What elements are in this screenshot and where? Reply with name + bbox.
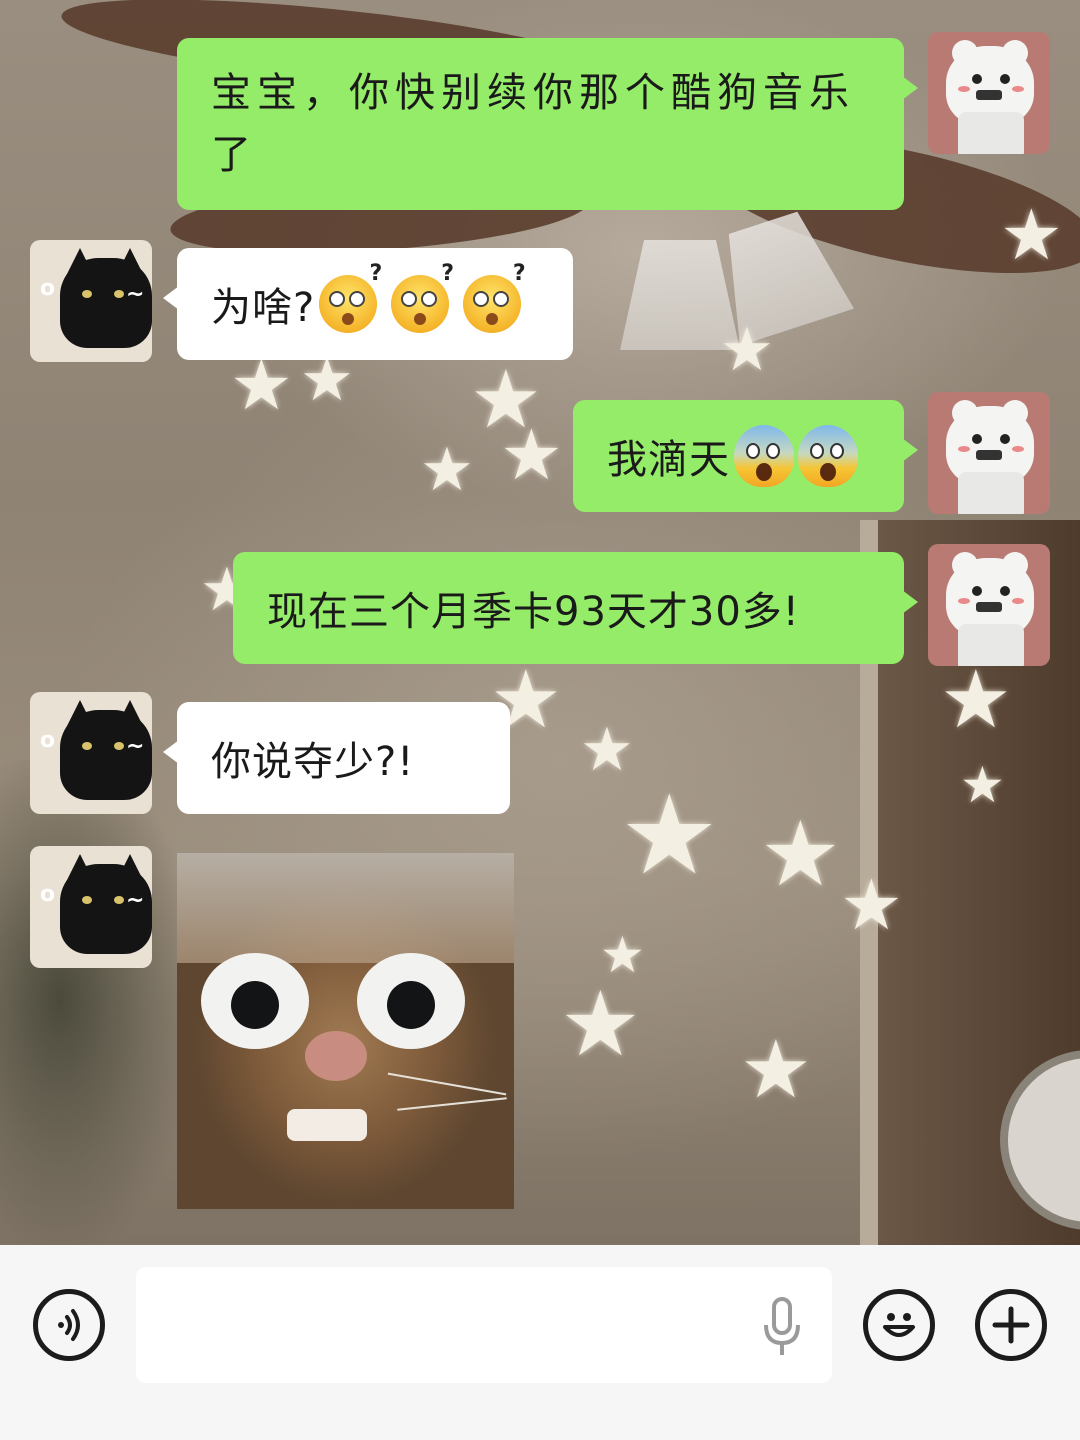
plus-icon[interactable]: [975, 1289, 1047, 1361]
star-decoration: ★: [230, 344, 293, 426]
contact-avatar[interactable]: o ~: [30, 846, 152, 968]
my-avatar[interactable]: [928, 392, 1050, 514]
message-text-line: 宝宝，你快别续你那个酷狗音乐: [211, 70, 855, 116]
message-text: 我滴天: [607, 437, 730, 483]
message-bubble-sent[interactable]: 宝宝，你快别续你那个酷狗音乐 了: [177, 38, 918, 210]
message-text: 你说夺少?!: [211, 739, 415, 785]
my-avatar[interactable]: [928, 544, 1050, 666]
star-decoration: ★: [600, 926, 645, 984]
message-bubble-received[interactable]: 为啥? ? ? ?: [163, 248, 573, 360]
star-decoration: ★: [720, 315, 774, 385]
contact-avatar[interactable]: o ~: [30, 692, 152, 814]
screaming-emoji-icon: [734, 425, 794, 487]
plant-shadow: [0, 760, 200, 1245]
wide-eyed-cat-sticker[interactable]: [177, 853, 514, 1209]
my-avatar[interactable]: [928, 32, 1050, 154]
voice-wave-icon[interactable]: [33, 1289, 105, 1361]
smiley-icon[interactable]: [863, 1289, 935, 1361]
star-decoration: ★: [420, 435, 474, 505]
star-decoration: ★: [760, 802, 841, 907]
star-decoration: ★: [1000, 194, 1063, 276]
message-bubble-sent[interactable]: 我滴天: [573, 400, 918, 512]
star-decoration: ★: [740, 1023, 812, 1116]
message-input[interactable]: [136, 1267, 832, 1383]
star-decoration: ★: [840, 864, 903, 946]
star-decoration: ★: [560, 972, 641, 1077]
contact-avatar[interactable]: o ~: [30, 240, 152, 362]
star-decoration: ★: [620, 771, 719, 899]
confused-emoji-icon: ? ? ?: [319, 261, 526, 333]
message-bubble-received[interactable]: 你说夺少?!: [163, 702, 510, 814]
message-text-line: 了: [211, 132, 257, 178]
message-text: 为啥?: [211, 285, 316, 331]
message-bubble-sent[interactable]: 现在三个月季卡93天才30多!: [233, 552, 918, 664]
message-text: 现在三个月季卡93天才30多!: [267, 589, 800, 635]
screaming-emoji-icon: [798, 425, 858, 487]
microphone-icon[interactable]: [762, 1297, 802, 1359]
input-bar: [0, 1245, 1080, 1440]
star-decoration: ★: [940, 653, 1012, 746]
star-decoration: ★: [500, 414, 563, 496]
star-decoration: ★: [960, 756, 1005, 814]
